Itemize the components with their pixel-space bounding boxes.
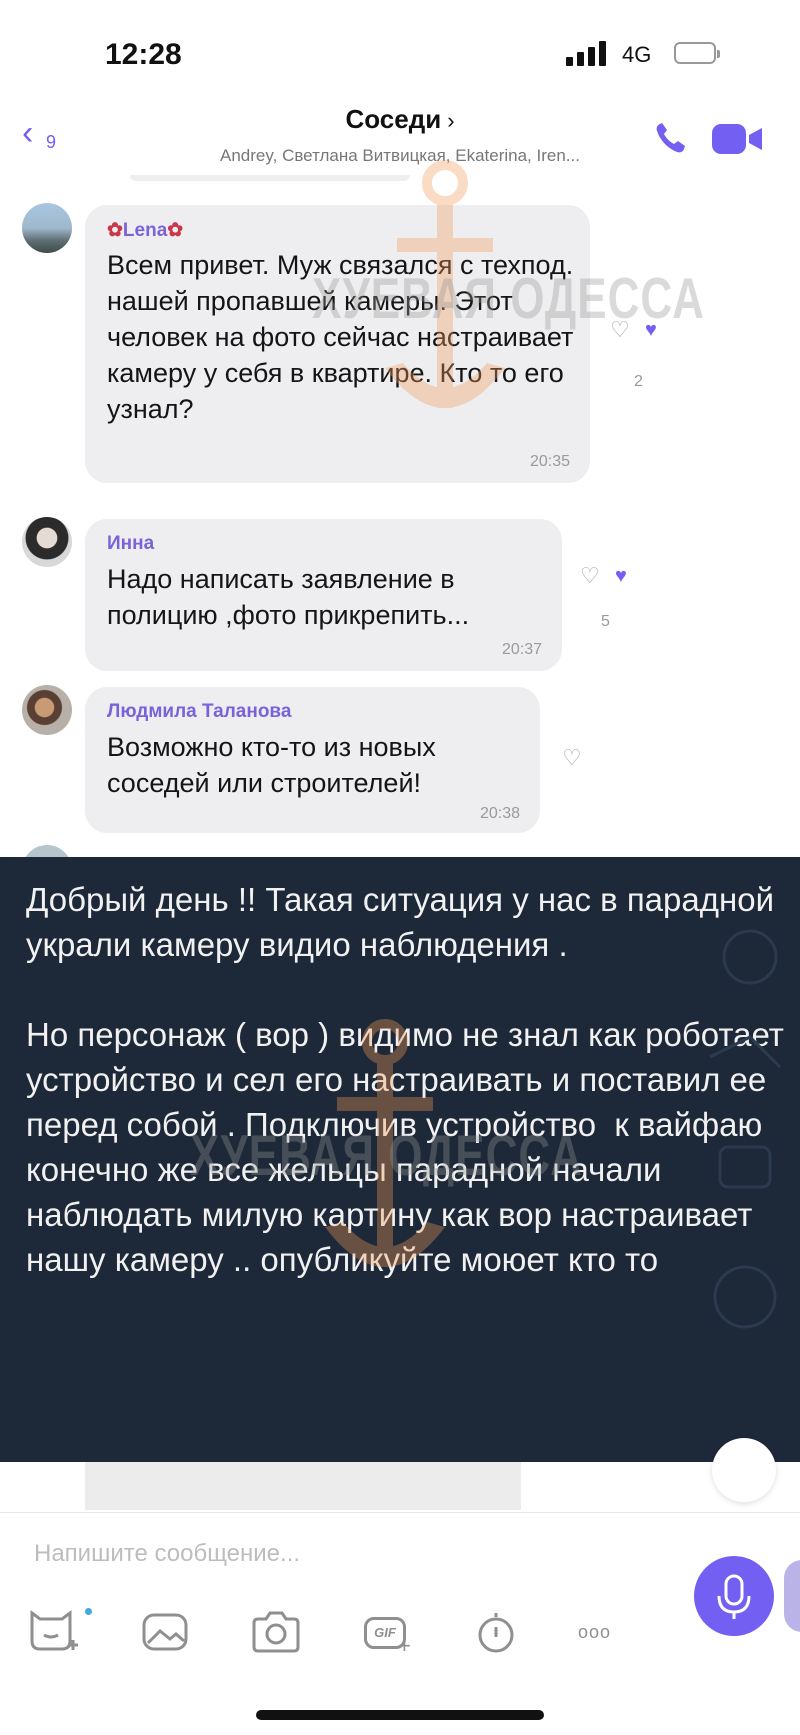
new-indicator-dot xyxy=(85,1608,92,1615)
network-type: 4G xyxy=(622,42,652,67)
microphone-icon xyxy=(717,1574,751,1619)
message-time: 20:38 xyxy=(479,805,520,822)
sender-name[interactable]: ✿Lena✿ xyxy=(107,219,183,242)
divider xyxy=(0,1512,800,1513)
status-time: 12:28 xyxy=(105,38,182,71)
chat-title-text[interactable]: Соседи xyxy=(345,104,441,134)
background-doodle xyxy=(709,929,782,1329)
message-time: 20:35 xyxy=(529,453,570,470)
sender-name[interactable]: Инна xyxy=(107,533,154,555)
screenshot-overlay-post: Добрый день !! Такая ситуация у нас в па… xyxy=(0,857,800,1462)
watermark: ХУЕВАЯ ОДЕССА xyxy=(190,1124,583,1189)
avatar[interactable] xyxy=(22,685,72,735)
more-options-icon[interactable]: ooo xyxy=(578,1607,634,1657)
signal-icon xyxy=(566,40,610,66)
like-outline-icon[interactable]: ♡ xyxy=(562,745,582,771)
message-bubble[interactable]: Людмила Таланова Возможно кто-то из новы… xyxy=(85,687,540,833)
reaction-count: 2 xyxy=(634,373,643,390)
message-time: 20:37 xyxy=(501,641,542,658)
gif-icon[interactable]: GIF + xyxy=(358,1607,414,1658)
watermark: ХУЕВАЯ ОДЕССА xyxy=(312,267,705,332)
message-bubble[interactable]: Инна Надо написать заявление в полицию ,… xyxy=(85,519,562,671)
message-input[interactable]: Напишите сообщение... xyxy=(34,1540,300,1568)
send-mode-button[interactable] xyxy=(784,1560,800,1632)
scroll-down-button[interactable] xyxy=(712,1438,776,1502)
heart-filled-icon[interactable]: ♥ xyxy=(615,565,627,588)
previous-bubble-edge xyxy=(130,175,410,181)
sender-name[interactable]: Людмила Таланова xyxy=(107,701,291,723)
phone-call-icon[interactable] xyxy=(651,118,691,158)
reaction-count: 5 xyxy=(601,613,610,630)
image-message-preview[interactable] xyxy=(85,1462,521,1510)
camera-icon[interactable] xyxy=(248,1607,304,1657)
timer-icon[interactable] xyxy=(468,1607,524,1657)
avatar[interactable] xyxy=(22,203,72,253)
sticker-icon[interactable] xyxy=(26,1607,82,1657)
flower-icon: ✿ xyxy=(107,220,123,241)
message-text: Возможно кто-то из новых соседей или стр… xyxy=(107,732,436,798)
flower-icon: ✿ xyxy=(167,220,184,241)
message-text: Надо написать заявление в полицию ,фото … xyxy=(107,564,470,630)
chevron-right-icon[interactable]: › xyxy=(447,108,454,133)
video-call-icon[interactable] xyxy=(710,120,766,158)
like-outline-icon[interactable]: ♡ xyxy=(580,563,600,589)
battery-icon xyxy=(674,42,720,64)
home-indicator[interactable] xyxy=(256,1710,544,1720)
voice-record-button[interactable] xyxy=(694,1556,774,1636)
avatar[interactable] xyxy=(22,517,72,567)
gallery-icon[interactable] xyxy=(138,1607,194,1657)
